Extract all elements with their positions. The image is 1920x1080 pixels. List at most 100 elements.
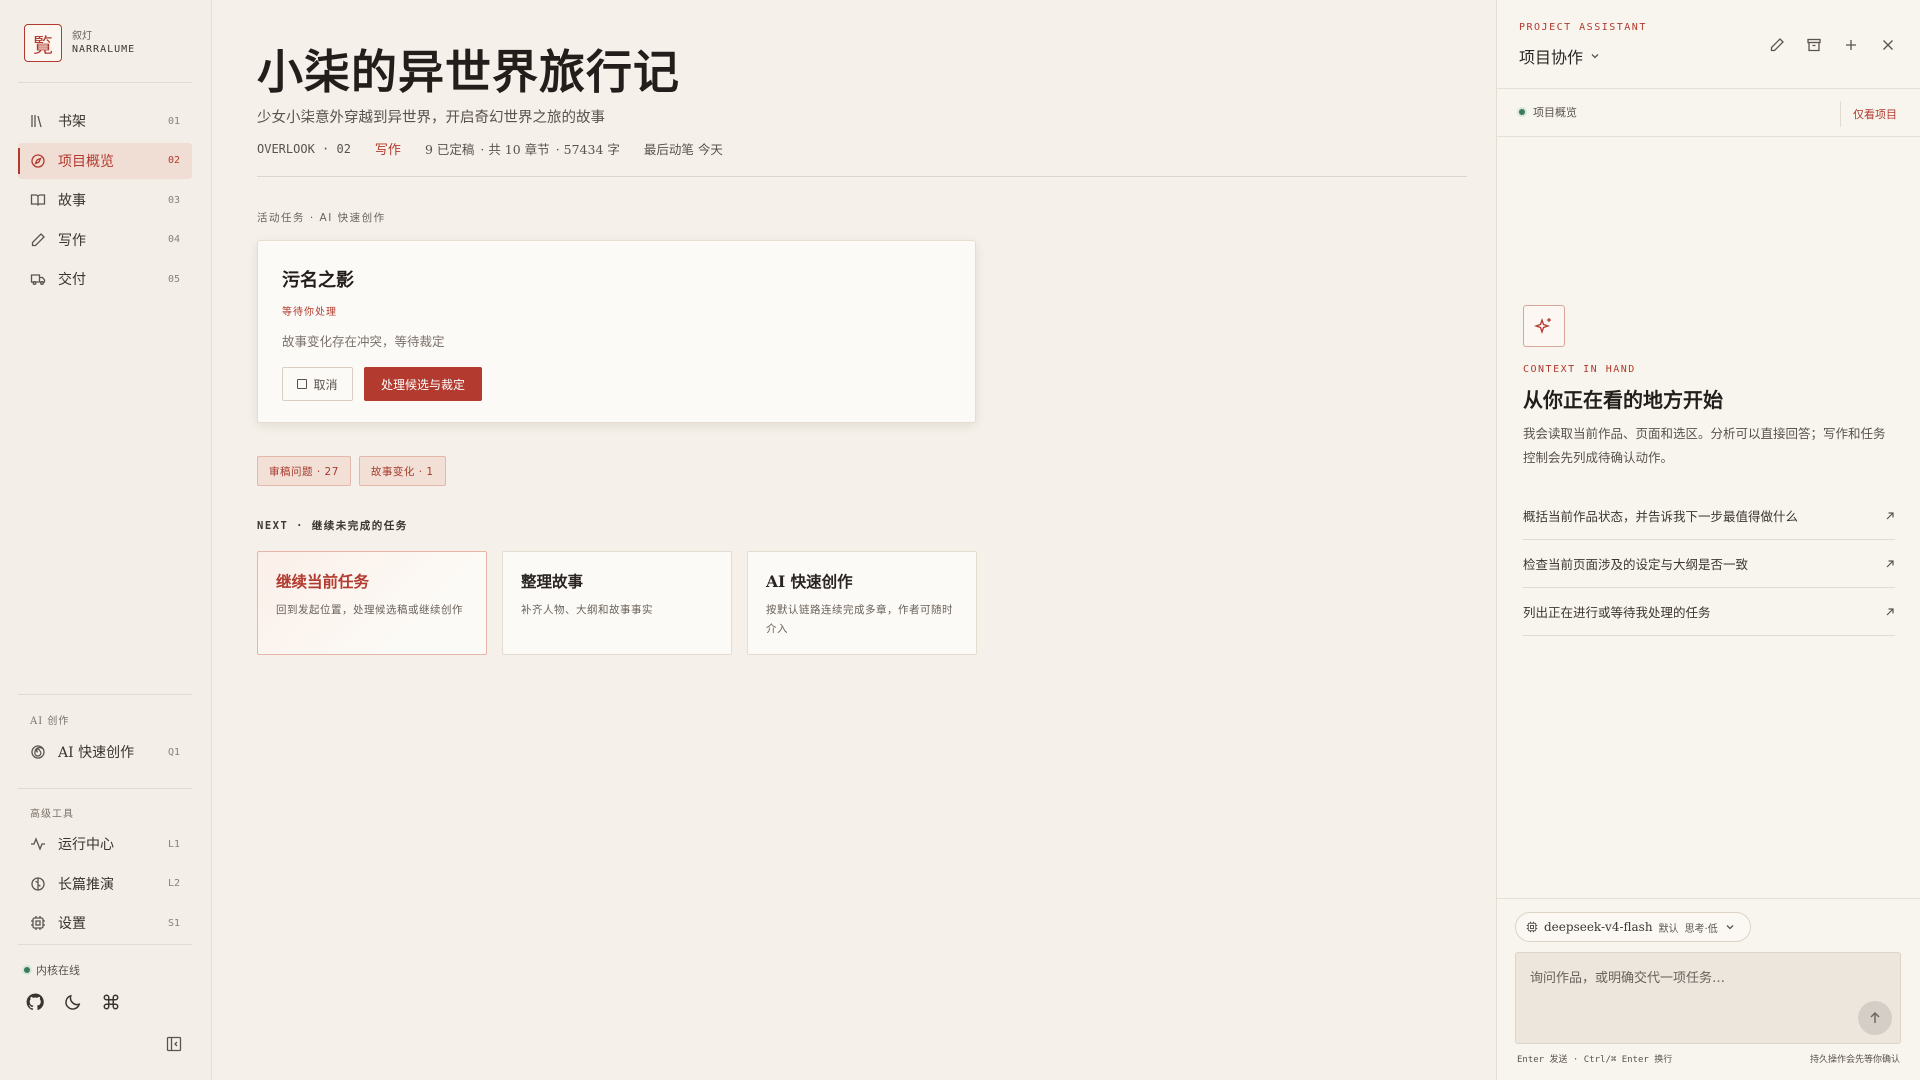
arrow-up-right-icon [1886,607,1894,615]
confirmation-hint: 持久操作会先等你确认 [1809,1055,1900,1065]
chevron-down-icon [1726,925,1734,930]
sidebar-item-code: 04 [167,234,180,245]
activity-icon [30,836,46,852]
sidebar-item-label: AI 快速创作 [58,745,135,761]
context-kicker: CONTEXT IN HAND [1523,364,1636,375]
suggestion-item[interactable]: 概括当前作品状态，并告诉我下一步最值得做什么 [1523,492,1895,540]
ai-nav: AI 快速创作 Q1 [18,734,192,774]
sidebar: 覧 叙灯 NARRALUME 书架 01 项目概览 02 故事 03 写作 04… [0,0,212,1080]
sidebar-item-overview[interactable]: 项目概览 02 [18,142,192,179]
next-cards: 继续当前任务 回到发起位置，处理候选稿或继续创作 整理故事 补齐人物、大纲和故事… [257,551,977,655]
sidebar-item-settings[interactable]: 设置 S1 [18,905,192,941]
sidebar-item-code: L2 [167,878,180,889]
meta-overlook: OVERLOOK · 02 [257,141,351,156]
resolve-candidates-button[interactable]: 处理候选与裁定 [364,367,482,401]
continue-task-card[interactable]: 继续当前任务 回到发起位置，处理候选稿或继续创作 [257,551,487,655]
next-section-label: NEXT · 继续未完成的任务 [257,520,408,532]
meta-mode: 写作 [374,143,401,158]
model-tag-thinking: 思考·低 [1684,923,1718,935]
send-button[interactable] [1858,1001,1892,1035]
story-changes-badge[interactable]: 故事变化 · 1 [358,456,446,486]
active-task-section-label: 活动任务 · AI 快速创作 [257,212,386,224]
chevron-down-icon [1591,54,1599,59]
card-title: AI 快速创作 [766,572,853,591]
keyboard-hint: Enter 发送 · Ctrl/⌘ Enter 换行 [1517,1055,1673,1065]
book-icon [30,192,46,208]
bookshelf-icon [30,113,46,129]
sidebar-item-delivery[interactable]: 交付 05 [18,261,192,297]
suggestion-item[interactable]: 列出正在进行或等待我处理的任务 [1523,588,1895,636]
assistant-kicker: PROJECT ASSISTANT [1519,22,1647,33]
context-desc: 我会读取当前作品、页面和选区。分析可以直接回答；写作和任务控制会先列成待确认动作… [1523,426,1886,466]
review-issues-badge[interactable]: 审稿问题 · 27 [257,456,351,486]
chat-input-box [1515,952,1901,1044]
close-icon[interactable] [1880,37,1896,53]
tools-nav: 运行中心 L1 长篇推演 L2 设置 S1 [18,826,192,945]
sidebar-item-code: S1 [167,917,180,929]
tools-section-title: 高级工具 [30,809,74,820]
moon-icon[interactable] [64,993,82,1011]
organize-story-card[interactable]: 整理故事 补齐人物、大纲和故事事实 [502,551,732,655]
status-dot-icon [1519,109,1525,115]
sidebar-item-code: Q1 [167,746,180,758]
chat-input[interactable] [1516,953,1900,1043]
sidebar-item-code: 01 [167,115,180,127]
compass-icon [30,153,46,169]
panel-divider [1497,136,1920,137]
ai-section-title: AI 创作 [30,716,70,727]
sidebar-item-label: 交付 [58,272,86,288]
sidebar-divider [18,944,192,945]
cancel-button[interactable]: 取消 [282,367,353,401]
scope-label: 项目概览 [1533,106,1577,119]
assistant-toolbar [1769,37,1896,53]
sidebar-item-label: 运行中心 [58,837,114,853]
edit-icon[interactable] [1769,37,1785,53]
card-title: 继续当前任务 [276,572,370,591]
sidebar-divider [18,788,192,789]
sidebar-item-bookshelf[interactable]: 书架 01 [18,103,192,139]
assistant-title: 项目协作 [1519,48,1584,67]
main-divider [257,176,1467,177]
card-desc: 回到发起位置，处理候选稿或继续创作 [276,604,463,616]
command-icon[interactable] [102,993,120,1011]
sidebar-item-code: L1 [167,838,180,850]
github-icon[interactable] [26,993,44,1011]
sidebar-item-run-center[interactable]: 运行中心 L1 [18,826,192,862]
model-name: deepseek-v4-flash [1544,920,1653,934]
model-selector[interactable]: deepseek-v4-flash 默认 思考·低 [1515,912,1751,942]
panel-divider [1497,898,1920,899]
meta-finalized: 9 已定稿 [424,142,475,157]
plus-icon[interactable] [1843,37,1859,53]
brand-logo: 覧 [24,24,62,62]
ai-quick-create-card[interactable]: AI 快速创作 按默认链路连续完成多章，作者可随时介入 [747,551,977,655]
sidebar-item-long-deduction[interactable]: 长篇推演 L2 [18,866,192,902]
arrow-up-right-icon [1886,559,1894,567]
sidebar-divider [18,694,192,695]
collapse-sidebar-icon[interactable] [166,1036,182,1052]
project-only-toggle[interactable]: 仅看项目 [1840,101,1920,127]
suggestion-item[interactable]: 检查当前页面涉及的设定与大纲是否一致 [1523,540,1895,588]
sidebar-item-story[interactable]: 故事 03 [18,182,192,218]
sidebar-item-code: 03 [167,194,180,206]
chip-icon [30,915,46,931]
suggestion-text: 列出正在进行或等待我处理的任务 [1523,605,1711,620]
sidebar-footer-icons [26,993,120,1011]
sidebar-item-writing[interactable]: 写作 04 [18,222,192,258]
assistant-title-dropdown[interactable]: 项目协作 [1519,44,1601,68]
truck-icon [30,271,46,287]
archive-icon[interactable] [1806,37,1822,53]
model-tag-default: 默认 [1658,923,1679,935]
sidebar-divider [18,82,192,83]
assistant-panel: PROJECT ASSISTANT 项目协作 项目概览 仅看项目 CONTEXT… [1496,0,1920,1080]
kernel-status: 内核在线 [24,962,80,978]
sidebar-item-ai-quick-create[interactable]: AI 快速创作 Q1 [18,734,192,770]
main-content: 小柒的异世界旅行记 少女小柒意外穿越到异世界，开启奇幻世界之旅的故事 OVERL… [212,0,1496,1080]
context-title: 从你正在看的地方开始 [1523,388,1723,412]
brand[interactable]: 覧 叙灯 NARRALUME [24,24,135,62]
task-status: 等待你处理 [282,307,337,318]
arrow-up-icon [1870,1012,1880,1023]
main-nav: 书架 01 项目概览 02 故事 03 写作 04 交付 05 [18,103,192,301]
sidebar-item-label: 书架 [58,114,86,130]
active-task-card: 污名之影 等待你处理 故事变化存在冲突，等待裁定 取消 处理候选与裁定 [257,240,976,423]
card-desc: 按默认链路连续完成多章，作者可随时介入 [766,604,953,635]
